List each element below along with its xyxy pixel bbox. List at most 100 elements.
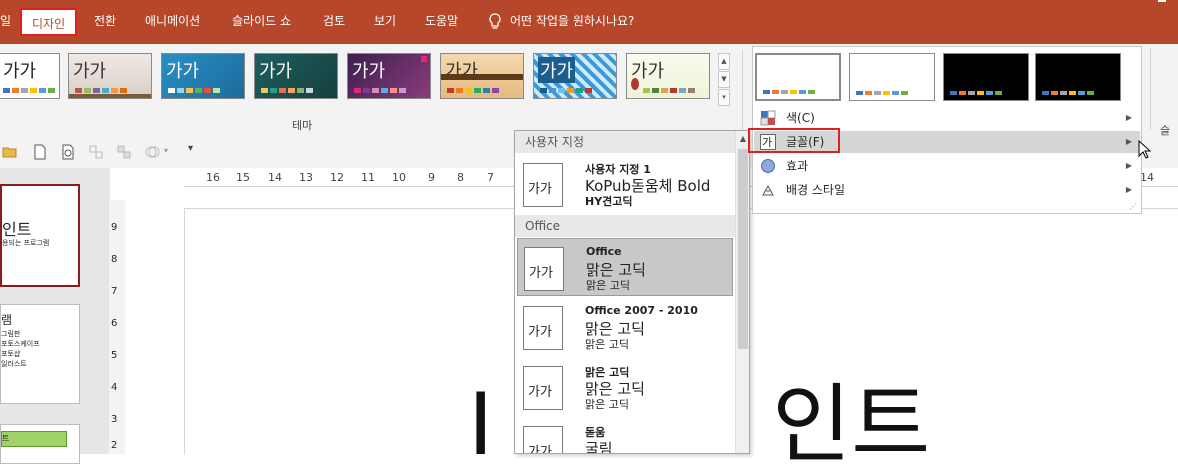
slide-thumb-3[interactable]: 트 — [0, 424, 80, 464]
theme-thumb-4[interactable]: 가가 — [254, 53, 338, 99]
tell-me-box[interactable]: 어떤 작업을 원하시나요? — [488, 10, 634, 32]
theme-glyph: 가가 — [73, 61, 107, 82]
slide-thumb-1[interactable]: 인트 용되는 프로그램 — [0, 184, 80, 287]
font-option-dotum[interactable]: 가가 돋움 굴림 — [517, 418, 733, 454]
vruler-label: 8 — [111, 254, 118, 265]
vruler-label: 5 — [111, 350, 118, 361]
theme-thumb-6[interactable]: 가가 — [440, 53, 524, 99]
tab-transitions[interactable]: 전환 — [94, 10, 116, 32]
tab-home[interactable]: 일 — [0, 10, 11, 32]
ruler-label: 10 — [392, 171, 406, 184]
gallery-up-icon[interactable]: ▲ — [718, 53, 730, 70]
open-folder-icon[interactable] — [2, 144, 18, 160]
variant-thumb-1[interactable] — [755, 53, 841, 101]
vruler-label: 7 — [111, 286, 118, 297]
thumb3-label: 트 — [1, 431, 67, 447]
font-option-heading: 굴림 — [585, 440, 613, 454]
window-control[interactable] — [1158, 0, 1166, 2]
background-style-icon — [762, 184, 774, 196]
slide-title-right[interactable]: 인트 — [772, 382, 930, 468]
theme-glyph: 가가 — [3, 61, 37, 82]
shape-icon[interactable] — [144, 144, 160, 160]
thumb2-line: 포토샵 — [1, 350, 21, 358]
font-preview-glyph: 가가 — [528, 445, 552, 454]
ruler-label: 11 — [361, 171, 375, 184]
font-option-name: Office — [586, 245, 622, 258]
font-option-office-2007[interactable]: 가가 Office 2007 - 2010 맑은 고딕 맑은 고딕 — [517, 298, 733, 356]
theme-thumb-7[interactable]: 가가 — [533, 53, 617, 99]
new-file-icon[interactable] — [32, 144, 48, 160]
ruler-label: 9 — [428, 171, 435, 184]
font-option-office[interactable]: 가가 Office 맑은 고딕 맑은 고딕 — [517, 238, 733, 296]
print-preview-icon[interactable] — [60, 144, 76, 160]
variant-thumb-3[interactable] — [943, 53, 1029, 101]
ruler-label: 8 — [457, 171, 464, 184]
gallery-down-icon[interactable]: ▼ — [718, 71, 730, 88]
office-fonts-header: Office — [515, 215, 735, 237]
theme-thumb-8[interactable]: 가가 — [626, 53, 710, 99]
ruler-label: 14 — [268, 171, 282, 184]
tab-animations[interactable]: 애니메이션 — [145, 10, 200, 32]
tell-me-text: 어떤 작업을 원하시나요? — [510, 14, 635, 28]
ruler-label: 13 — [299, 171, 313, 184]
submenu-arrow-icon: ▶ — [1125, 113, 1132, 122]
effects-icon — [761, 159, 775, 173]
variant-thumb-2[interactable] — [849, 53, 935, 101]
thumb2-line: 일러스트 — [1, 360, 27, 368]
font-option-custom-1[interactable]: 가가 사용자 지정 1 KoPub돋움체 Bold HY견고딕 — [517, 155, 733, 213]
variant-thumb-4[interactable] — [1035, 53, 1121, 101]
ungroup-icon[interactable] — [116, 144, 132, 160]
tab-help[interactable]: 도움말 — [425, 10, 458, 32]
thumb1-subtitle: 용되는 프로그램 — [2, 239, 50, 247]
font-option-body: 맑은 고딕 — [585, 338, 629, 351]
font-preview-box: 가가 — [523, 306, 563, 350]
variant-menu-background[interactable]: 배경 스타일 ▶ — [754, 179, 1140, 201]
tab-view[interactable]: 보기 — [374, 10, 396, 32]
color-palette-icon — [760, 110, 776, 126]
vruler-label: 9 — [111, 222, 118, 233]
font-preview-box: 가가 — [524, 247, 564, 291]
theme-thumb-office[interactable]: 가가 — [0, 53, 60, 99]
theme-gallery-scroll[interactable]: ▲ ▼ ▾ — [718, 53, 730, 106]
resize-grip-icon[interactable]: ⋰ — [1129, 202, 1137, 211]
slide-thumb-2[interactable]: 램 그림판 포토스케이프 포토샵 일러스트 — [0, 304, 80, 404]
ribbon-tab-bar: 일 디자인 전환 애니메이션 슬라이드 쇼 검토 보기 도움말 어떤 작업을 원… — [0, 0, 1178, 44]
ruler-label: 7 — [487, 171, 494, 184]
fonts-menu-scrollbar[interactable]: ▲ — [735, 131, 749, 453]
font-preview-box: 가가 — [523, 366, 563, 410]
fonts-highlight-box — [748, 128, 840, 153]
vruler-label: 3 — [111, 414, 118, 425]
tab-review[interactable]: 검토 — [323, 10, 345, 32]
qa-customize-icon[interactable]: ▾ — [188, 143, 193, 154]
font-option-body: 맑은 고딕 — [586, 279, 630, 292]
font-preview-box: 가가 — [523, 426, 563, 454]
ruler-label: 14 — [1140, 171, 1154, 184]
ribbon-separator-2 — [1150, 48, 1151, 130]
submenu-arrow-icon: ▶ — [1125, 185, 1132, 194]
tab-slideshow[interactable]: 슬라이드 쇼 — [232, 10, 291, 32]
slide-title-left[interactable]: I — [468, 382, 493, 468]
submenu-arrow-icon: ▶ — [1125, 137, 1132, 146]
vruler-label: 6 — [111, 318, 118, 329]
submenu-arrow-icon: ▶ — [1125, 161, 1132, 170]
gallery-more-icon[interactable]: ▾ — [718, 89, 730, 106]
variant-menu-label: 배경 스타일 — [786, 183, 846, 197]
font-option-malgun[interactable]: 가가 맑은 고딕 맑은 고딕 맑은 고딕 — [517, 358, 733, 416]
scroll-thumb[interactable] — [738, 149, 748, 349]
variant-menu-effects[interactable]: 효과 ▶ — [754, 155, 1140, 177]
thumb2-title: 램 — [1, 313, 13, 327]
vruler-label: 4 — [111, 382, 118, 393]
tab-design[interactable]: 디자인 — [20, 8, 78, 36]
ruler-label: 12 — [330, 171, 344, 184]
theme-thumb-3[interactable]: 가가 — [161, 53, 245, 99]
custom-fonts-header: 사용자 지정 — [515, 131, 735, 153]
variant-menu-colors[interactable]: 색(C) ▶ — [754, 107, 1140, 129]
theme-glyph: 가가 — [166, 61, 200, 82]
theme-thumb-2[interactable]: 가가 — [68, 53, 152, 99]
theme-glyph: 가가 — [259, 61, 293, 82]
qa-dropdown-icon[interactable]: ▾ — [164, 146, 168, 155]
vertical-ruler: 9 8 7 6 5 4 3 2 — [109, 200, 125, 454]
font-option-name: Office 2007 - 2010 — [585, 304, 698, 317]
theme-thumb-5[interactable]: 가가 — [347, 53, 431, 99]
group-icon[interactable] — [88, 144, 104, 160]
